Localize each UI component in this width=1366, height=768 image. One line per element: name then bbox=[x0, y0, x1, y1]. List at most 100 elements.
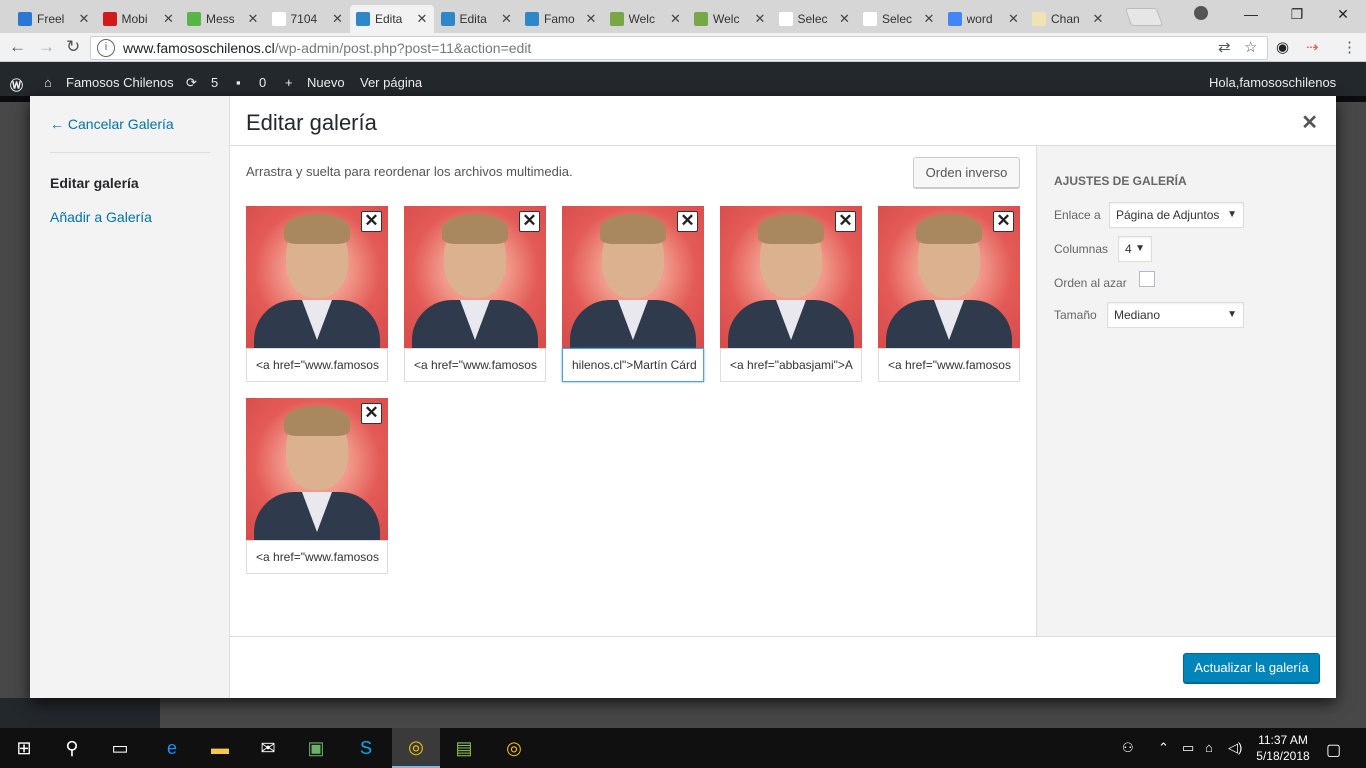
plus-icon[interactable]: + bbox=[285, 75, 293, 90]
extension-cast-icon[interactable]: ⇢ bbox=[1306, 38, 1319, 56]
comments-icon[interactable]: ▪ bbox=[236, 75, 241, 90]
tab-close-icon[interactable]: ✕ bbox=[247, 11, 259, 27]
store-icon[interactable]: ▣ bbox=[292, 728, 340, 768]
wordpress-logo-icon[interactable]: Ⓦ bbox=[10, 75, 23, 94]
view-page-link[interactable]: Ver página bbox=[360, 75, 422, 90]
tab-close-icon[interactable]: ✕ bbox=[585, 11, 597, 27]
random-order-checkbox[interactable] bbox=[1139, 271, 1155, 287]
chevron-up-icon[interactable]: ⌃ bbox=[1158, 740, 1169, 756]
tab-close-icon[interactable]: ✕ bbox=[754, 11, 766, 27]
browser-tab[interactable]: Famo ✕ bbox=[519, 5, 603, 33]
windows-start-icon[interactable]: ⊞ bbox=[0, 728, 48, 768]
browser-tab[interactable]: Edita ✕ bbox=[435, 5, 519, 33]
menu-item-edit-gallery[interactable]: Editar galería bbox=[50, 175, 139, 191]
gallery-item[interactable]: ✕ <a href="www.famosos bbox=[246, 206, 388, 382]
remove-item-icon[interactable]: ✕ bbox=[519, 211, 540, 232]
link-to-select[interactable]: Página de Adjuntos ▼ bbox=[1109, 202, 1244, 228]
caption-input[interactable]: <a href="www.famosos bbox=[246, 540, 388, 574]
browser-tab[interactable]: Edita ✕ bbox=[350, 5, 434, 33]
menu-dots-icon[interactable]: ⋮ bbox=[1342, 38, 1357, 56]
reload-icon[interactable]: ↻ bbox=[66, 37, 80, 57]
gallery-thumbnail[interactable]: ✕ bbox=[246, 206, 388, 348]
task-view-icon[interactable]: ▭ bbox=[96, 728, 144, 768]
people-icon[interactable]: ⚇ bbox=[1122, 740, 1134, 756]
site-name-link[interactable]: Famosos Chilenos bbox=[66, 75, 174, 90]
search-icon[interactable]: ⚲ bbox=[48, 728, 96, 768]
browser-tab[interactable]: Selec ✕ bbox=[773, 5, 857, 33]
maximize-icon[interactable]: ❐ bbox=[1274, 0, 1320, 30]
remove-item-icon[interactable]: ✕ bbox=[835, 211, 856, 232]
extension-icon[interactable]: ◉ bbox=[1276, 38, 1289, 56]
clock[interactable]: 11:37 AM 5/18/2018 bbox=[1248, 732, 1318, 764]
volume-icon[interactable]: ◁) bbox=[1228, 740, 1242, 756]
tab-close-icon[interactable]: ✕ bbox=[670, 11, 682, 27]
profile-icon[interactable] bbox=[1194, 6, 1208, 20]
caption-input[interactable]: <a href="www.famosos bbox=[878, 348, 1020, 382]
remove-item-icon[interactable]: ✕ bbox=[677, 211, 698, 232]
back-icon[interactable]: ← bbox=[9, 37, 26, 57]
size-select[interactable]: Mediano ▼ bbox=[1107, 302, 1244, 328]
browser-tab[interactable]: Welc ✕ bbox=[604, 5, 688, 33]
tab-close-icon[interactable]: ✕ bbox=[501, 11, 513, 27]
gallery-item[interactable]: ✕ hilenos.cl">Martín Cárd bbox=[562, 206, 704, 382]
browser-tab[interactable]: Mess ✕ bbox=[181, 5, 265, 33]
updates-count[interactable]: 5 bbox=[211, 75, 218, 90]
forward-icon[interactable]: → bbox=[38, 37, 55, 57]
file-explorer-icon[interactable]: ▬ bbox=[196, 728, 244, 768]
skype-icon[interactable]: S bbox=[342, 728, 390, 768]
caption-input[interactable]: hilenos.cl">Martín Cárd bbox=[562, 348, 704, 382]
tab-close-icon[interactable]: ✕ bbox=[1008, 11, 1020, 27]
greeting-link[interactable]: Hola,famososchilenos bbox=[1209, 75, 1336, 90]
caption-input[interactable]: <a href="www.famosos bbox=[404, 348, 546, 382]
browser-tab[interactable]: 7104 ✕ bbox=[266, 5, 350, 33]
address-bar[interactable]: i www.famososchilenos.cl/wp-admin/post.p… bbox=[90, 36, 1268, 60]
gallery-thumbnail[interactable]: ✕ bbox=[404, 206, 546, 348]
gallery-item[interactable]: ✕ <a href="www.famosos bbox=[404, 206, 546, 382]
gallery-thumbnail[interactable]: ✕ bbox=[878, 206, 1020, 348]
browser-tab[interactable]: word ✕ bbox=[942, 5, 1026, 33]
chrome-icon[interactable]: ◎ bbox=[392, 728, 440, 768]
tab-close-icon[interactable]: ✕ bbox=[923, 11, 935, 27]
app-icon[interactable]: ▤ bbox=[440, 728, 488, 768]
comments-count[interactable]: 0 bbox=[259, 75, 266, 90]
translate-icon[interactable]: ⇄ bbox=[1218, 38, 1231, 56]
tab-close-icon[interactable]: ✕ bbox=[332, 11, 344, 27]
remove-item-icon[interactable]: ✕ bbox=[361, 211, 382, 232]
menu-item-add-to-gallery[interactable]: Añadir a Galería bbox=[50, 209, 152, 225]
close-icon[interactable]: ✕ bbox=[1301, 110, 1318, 135]
gallery-item[interactable]: ✕ <a href="www.famosos bbox=[246, 398, 388, 574]
gallery-item[interactable]: ✕ <a href="www.famosos bbox=[878, 206, 1020, 382]
battery-icon[interactable]: ▭ bbox=[1182, 740, 1194, 756]
minimize-icon[interactable]: — bbox=[1228, 0, 1274, 30]
columns-select[interactable]: 4 ▼ bbox=[1118, 236, 1152, 262]
notifications-icon[interactable]: ▢ bbox=[1326, 740, 1341, 760]
cancel-gallery-link[interactable]: ← Cancelar Galería bbox=[50, 116, 174, 132]
browser-tab[interactable]: Mobi ✕ bbox=[97, 5, 181, 33]
tab-close-icon[interactable]: ✕ bbox=[839, 11, 851, 27]
caption-input[interactable]: <a href="abbasjami">A bbox=[720, 348, 862, 382]
browser-tab[interactable]: Chan ✕ bbox=[1026, 5, 1110, 33]
tab-close-icon[interactable]: ✕ bbox=[163, 11, 175, 27]
caption-input[interactable]: <a href="www.famosos bbox=[246, 348, 388, 382]
browser-tab[interactable]: Freel ✕ bbox=[12, 5, 96, 33]
tab-close-icon[interactable]: ✕ bbox=[1092, 11, 1104, 27]
gallery-thumbnail[interactable]: ✕ bbox=[562, 206, 704, 348]
network-icon[interactable]: ⌂ bbox=[1205, 740, 1213, 755]
chrome-icon[interactable]: ◎ bbox=[490, 728, 538, 768]
gallery-thumbnail[interactable]: ✕ bbox=[246, 398, 388, 540]
gallery-item[interactable]: ✕ <a href="abbasjami">A bbox=[720, 206, 862, 382]
updates-icon[interactable]: ⟳ bbox=[186, 75, 197, 91]
remove-item-icon[interactable]: ✕ bbox=[361, 403, 382, 424]
edge-icon[interactable]: e bbox=[148, 728, 196, 768]
browser-tab[interactable]: Welc ✕ bbox=[688, 5, 772, 33]
remove-item-icon[interactable]: ✕ bbox=[993, 211, 1014, 232]
reverse-order-button[interactable]: Orden inverso bbox=[913, 157, 1020, 188]
browser-tab[interactable]: Selec ✕ bbox=[857, 5, 941, 33]
update-gallery-button[interactable]: Actualizar la galería bbox=[1183, 653, 1320, 683]
mail-icon[interactable]: ✉ bbox=[244, 728, 292, 768]
tab-close-icon[interactable]: ✕ bbox=[416, 11, 428, 27]
tab-close-icon[interactable]: ✕ bbox=[78, 11, 90, 27]
info-icon[interactable]: i bbox=[97, 39, 115, 57]
new-link[interactable]: Nuevo bbox=[307, 75, 345, 90]
gallery-thumbnail[interactable]: ✕ bbox=[720, 206, 862, 348]
